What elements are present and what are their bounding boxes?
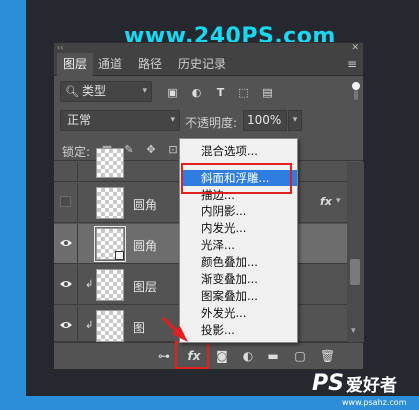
background-blue-strip — [0, 0, 26, 410]
menu-item-inner-shadow[interactable]: 内阴影... — [181, 203, 297, 219]
new-group-icon[interactable]: ▬ — [266, 349, 280, 363]
scroll-down-icon[interactable]: ▾ — [351, 326, 356, 336]
menu-item-blending-options[interactable]: 混合选项... — [181, 143, 297, 159]
layer-name: 圆角 — [133, 239, 158, 253]
menu-item-outer-glow[interactable]: 外发光... — [181, 305, 297, 321]
logo-url-text: www.psahz.com — [342, 398, 407, 407]
logo-cn-text: 爱好者 — [346, 376, 397, 396]
panel-tabs: 图层 通道 路径 历史记录 ≡ — [54, 53, 363, 76]
opacity-label: 不透明度: — [185, 116, 238, 130]
adjustment-filter-icon[interactable]: ◐ — [190, 86, 203, 99]
menu-item-gradient-overlay[interactable]: 渐变叠加... — [181, 271, 297, 287]
clipping-arrow-icon: ↲ — [85, 320, 94, 331]
opacity-dropdown-button[interactable]: ▾ — [288, 110, 302, 131]
filter-row: 🔍︎ 类型 ▾ ▣ ◐ T ⬚ ▤ — [54, 78, 363, 106]
tab-channels[interactable]: 通道 — [92, 53, 128, 76]
visibility-cell[interactable] — [54, 265, 78, 304]
adjustment-layer-icon[interactable]: ◐ — [241, 349, 255, 363]
search-icon: 🔍︎ — [65, 85, 79, 98]
blend-mode-value: 正常 — [67, 113, 92, 127]
menu-item-satin[interactable]: 光泽... — [181, 237, 297, 253]
shape-filter-icon[interactable]: ⬚ — [237, 86, 250, 99]
add-mask-icon[interactable]: ◙ — [215, 349, 229, 363]
collapse-icon[interactable]: ‹‹ — [57, 43, 63, 53]
shape-layer-badge-icon — [115, 251, 124, 260]
layer-thumbnail — [96, 187, 124, 219]
menu-item-inner-glow[interactable]: 内发光... — [181, 220, 297, 236]
layer-name: 圆角 — [133, 198, 158, 212]
layer-thumbnail — [96, 310, 124, 342]
fx-badge-icon[interactable]: fx — [320, 195, 332, 208]
visibility-cell[interactable] — [54, 306, 78, 341]
chevron-down-icon[interactable]: ▾ — [336, 196, 341, 206]
new-layer-icon[interactable]: ▢ — [293, 349, 307, 363]
filter-toggle-icon[interactable] — [352, 82, 360, 102]
scrollbar-track[interactable] — [347, 162, 364, 342]
type-filter-icon[interactable]: T — [214, 86, 227, 99]
menu-item-drop-shadow[interactable]: 投影... — [181, 322, 297, 338]
panel-menu-icon[interactable]: ≡ — [347, 58, 357, 70]
logo-ps-text: PS — [312, 371, 344, 396]
bevel-emboss-highlight — [181, 163, 292, 194]
scrollbar-thumb[interactable] — [350, 259, 360, 285]
layer-thumbnail — [96, 269, 124, 301]
eye-icon[interactable] — [59, 238, 73, 248]
visibility-off-box[interactable] — [60, 196, 71, 207]
lock-label: 锁定: — [62, 145, 91, 159]
eye-icon[interactable] — [59, 279, 73, 289]
smart-object-filter-icon[interactable]: ▤ — [261, 86, 274, 99]
site-logo: PS 爱好者 www.psahz.com — [312, 372, 416, 408]
close-icon[interactable]: ✕ — [351, 43, 359, 53]
menu-item-color-overlay[interactable]: 颜色叠加... — [181, 254, 297, 270]
lock-brush-icon[interactable]: ✎ — [123, 144, 135, 156]
opacity-input[interactable]: 100% — [243, 110, 287, 131]
panel-titlebar[interactable]: ‹‹ ✕ — [54, 43, 363, 53]
chevron-down-icon: ▾ — [142, 86, 147, 96]
layer-thumbnail — [94, 226, 126, 262]
link-layers-icon[interactable]: ⊶ — [157, 349, 171, 363]
menu-item-pattern-overlay[interactable]: 图案叠加... — [181, 288, 297, 304]
tab-layers[interactable]: 图层 — [57, 53, 94, 76]
blend-row: 正常 ▾ 不透明度: 100% ▾ — [54, 108, 363, 134]
layer-name: 图层 — [133, 280, 158, 294]
image-filter-icon[interactable]: ▣ — [166, 86, 179, 99]
tab-paths[interactable]: 路径 — [132, 53, 168, 76]
fx-button-highlight — [175, 341, 209, 369]
visibility-cell[interactable] — [54, 183, 78, 222]
clipping-arrow-icon: ↲ — [85, 279, 94, 290]
chevron-down-icon: ▾ — [170, 115, 175, 125]
lock-artboard-icon[interactable]: ⊡ — [167, 144, 179, 156]
eye-icon[interactable] — [59, 320, 73, 330]
visibility-cell — [54, 162, 78, 181]
layer-name: 图 — [133, 321, 146, 335]
tab-history[interactable]: 历史记录 — [172, 53, 232, 76]
lock-position-icon[interactable]: ✥ — [145, 144, 157, 156]
filter-kind-label: 类型 — [81, 84, 106, 98]
blend-mode-select[interactable]: 正常 ▾ — [60, 110, 180, 131]
visibility-cell[interactable] — [54, 224, 78, 263]
layer-thumbnail — [96, 148, 124, 178]
delete-layer-icon[interactable]: 🗑︎ — [320, 349, 335, 363]
filter-kind-select[interactable]: 🔍︎ 类型 ▾ — [60, 81, 152, 102]
